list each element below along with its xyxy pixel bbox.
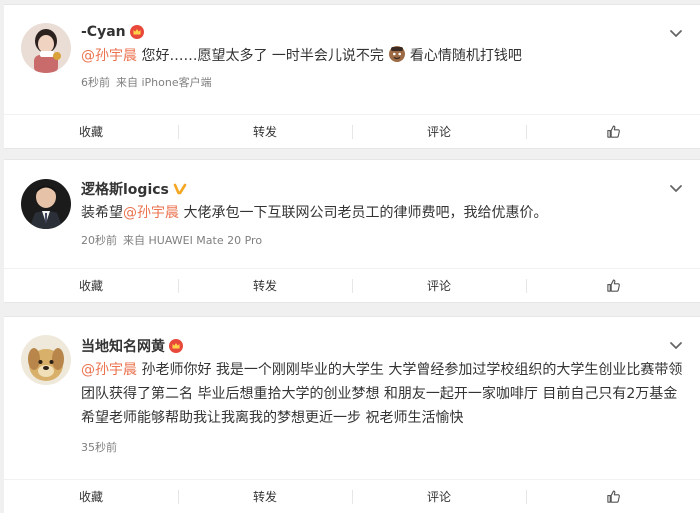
comment-label: 评论 xyxy=(426,125,451,139)
avatar[interactable] xyxy=(21,179,71,229)
action-bar: 收藏 转发 评论 xyxy=(4,114,700,148)
like-button[interactable] xyxy=(526,115,700,148)
post-source: 来自 iPhone客户端 xyxy=(116,76,212,89)
post-text-body: 大佬承包一下互联网公司老员工的律师费吧，我给优惠价。 xyxy=(179,205,548,221)
collect-label: 收藏 xyxy=(78,490,103,504)
chevron-down-icon[interactable] xyxy=(668,25,684,41)
post-time[interactable]: 20秒前 xyxy=(81,234,117,247)
post-meta: 35秒前 xyxy=(81,439,123,455)
comment-label: 评论 xyxy=(426,490,451,504)
post-text-tail: 看心情随机打钱吧 xyxy=(409,48,522,64)
avatar[interactable] xyxy=(21,23,71,73)
post-time[interactable]: 35秒前 xyxy=(81,441,117,454)
comment-button[interactable]: 评论 xyxy=(352,115,526,148)
post-text-body: 您好……愿望太多了 一时半会儿说不完 xyxy=(137,48,384,64)
collect-button[interactable]: 收藏 xyxy=(4,269,178,302)
comment-button[interactable]: 评论 xyxy=(352,480,526,513)
thumbs-up-icon xyxy=(606,490,620,503)
post-text-prefix: 装希望 xyxy=(81,205,123,221)
chevron-down-icon[interactable] xyxy=(668,337,684,353)
thumbs-up-icon xyxy=(606,279,620,292)
post-time[interactable]: 6秒前 xyxy=(81,76,110,89)
mention-link[interactable]: @孙宇晨 xyxy=(81,48,137,64)
crown-badge-icon xyxy=(129,25,144,39)
username[interactable]: 当地知名网黄 xyxy=(81,336,183,356)
repost-button[interactable]: 转发 xyxy=(178,480,352,513)
post-card: 逻格斯logics 装希望@孙宇晨 大佬承包一下互联网公司老员工的律师费吧，我给… xyxy=(4,159,700,303)
post-meta: 6秒前 来自 iPhone客户端 xyxy=(81,74,218,90)
mention-link[interactable]: @孙宇晨 xyxy=(123,205,179,221)
emoji-icon xyxy=(388,46,405,62)
post-text: 装希望@孙宇晨 大佬承包一下互联网公司老员工的律师费吧，我给优惠价。 xyxy=(81,201,686,225)
action-bar: 收藏 转发 评论 xyxy=(4,268,700,302)
username[interactable]: 逻格斯logics xyxy=(81,179,187,199)
like-button[interactable] xyxy=(526,480,700,513)
like-button[interactable] xyxy=(526,269,700,302)
repost-label: 转发 xyxy=(252,125,277,139)
username[interactable]: -Cyan xyxy=(81,24,144,40)
verified-v-icon xyxy=(173,183,187,195)
avatar[interactable] xyxy=(21,335,71,385)
repost-button[interactable]: 转发 xyxy=(178,269,352,302)
collect-label: 收藏 xyxy=(78,125,103,139)
comment-label: 评论 xyxy=(426,279,451,293)
post-meta: 20秒前 来自 HUAWEI Mate 20 Pro xyxy=(81,232,268,248)
collect-button[interactable]: 收藏 xyxy=(4,115,178,148)
username-text[interactable]: 逻格斯logics xyxy=(81,179,169,199)
repost-button[interactable]: 转发 xyxy=(178,115,352,148)
post-text: @孙宇晨 孙老师你好 我是一个刚刚毕业的大学生 大学曾经参加过学校组织的大学生创… xyxy=(81,358,686,430)
post-text: @孙宇晨 您好……愿望太多了 一时半会儿说不完 看心情随机打钱吧 xyxy=(81,44,686,68)
username-text[interactable]: 当地知名网黄 xyxy=(81,336,165,356)
post-card: -Cyan @孙宇晨 您好……愿望太多了 一时半会儿说不完 看心情随机打钱吧 6… xyxy=(4,4,700,149)
post-text-body: 孙老师你好 我是一个刚刚毕业的大学生 大学曾经参加过学校组织的大学生创业比赛带领… xyxy=(81,362,683,426)
mention-link[interactable]: @孙宇晨 xyxy=(81,362,137,378)
post-card: 当地知名网黄 @孙宇晨 孙老师你好 我是一个刚刚毕业的大学生 大学曾经参加过学校… xyxy=(4,316,700,513)
action-bar: 收藏 转发 评论 xyxy=(4,479,700,513)
comment-button[interactable]: 评论 xyxy=(352,269,526,302)
repost-label: 转发 xyxy=(252,279,277,293)
thumbs-up-icon xyxy=(606,125,620,138)
collect-label: 收藏 xyxy=(78,279,103,293)
username-text[interactable]: -Cyan xyxy=(81,24,126,40)
repost-label: 转发 xyxy=(252,490,277,504)
post-source: 来自 HUAWEI Mate 20 Pro xyxy=(123,234,263,247)
collect-button[interactable]: 收藏 xyxy=(4,480,178,513)
chevron-down-icon[interactable] xyxy=(668,180,684,196)
crown-badge-icon xyxy=(169,339,183,353)
